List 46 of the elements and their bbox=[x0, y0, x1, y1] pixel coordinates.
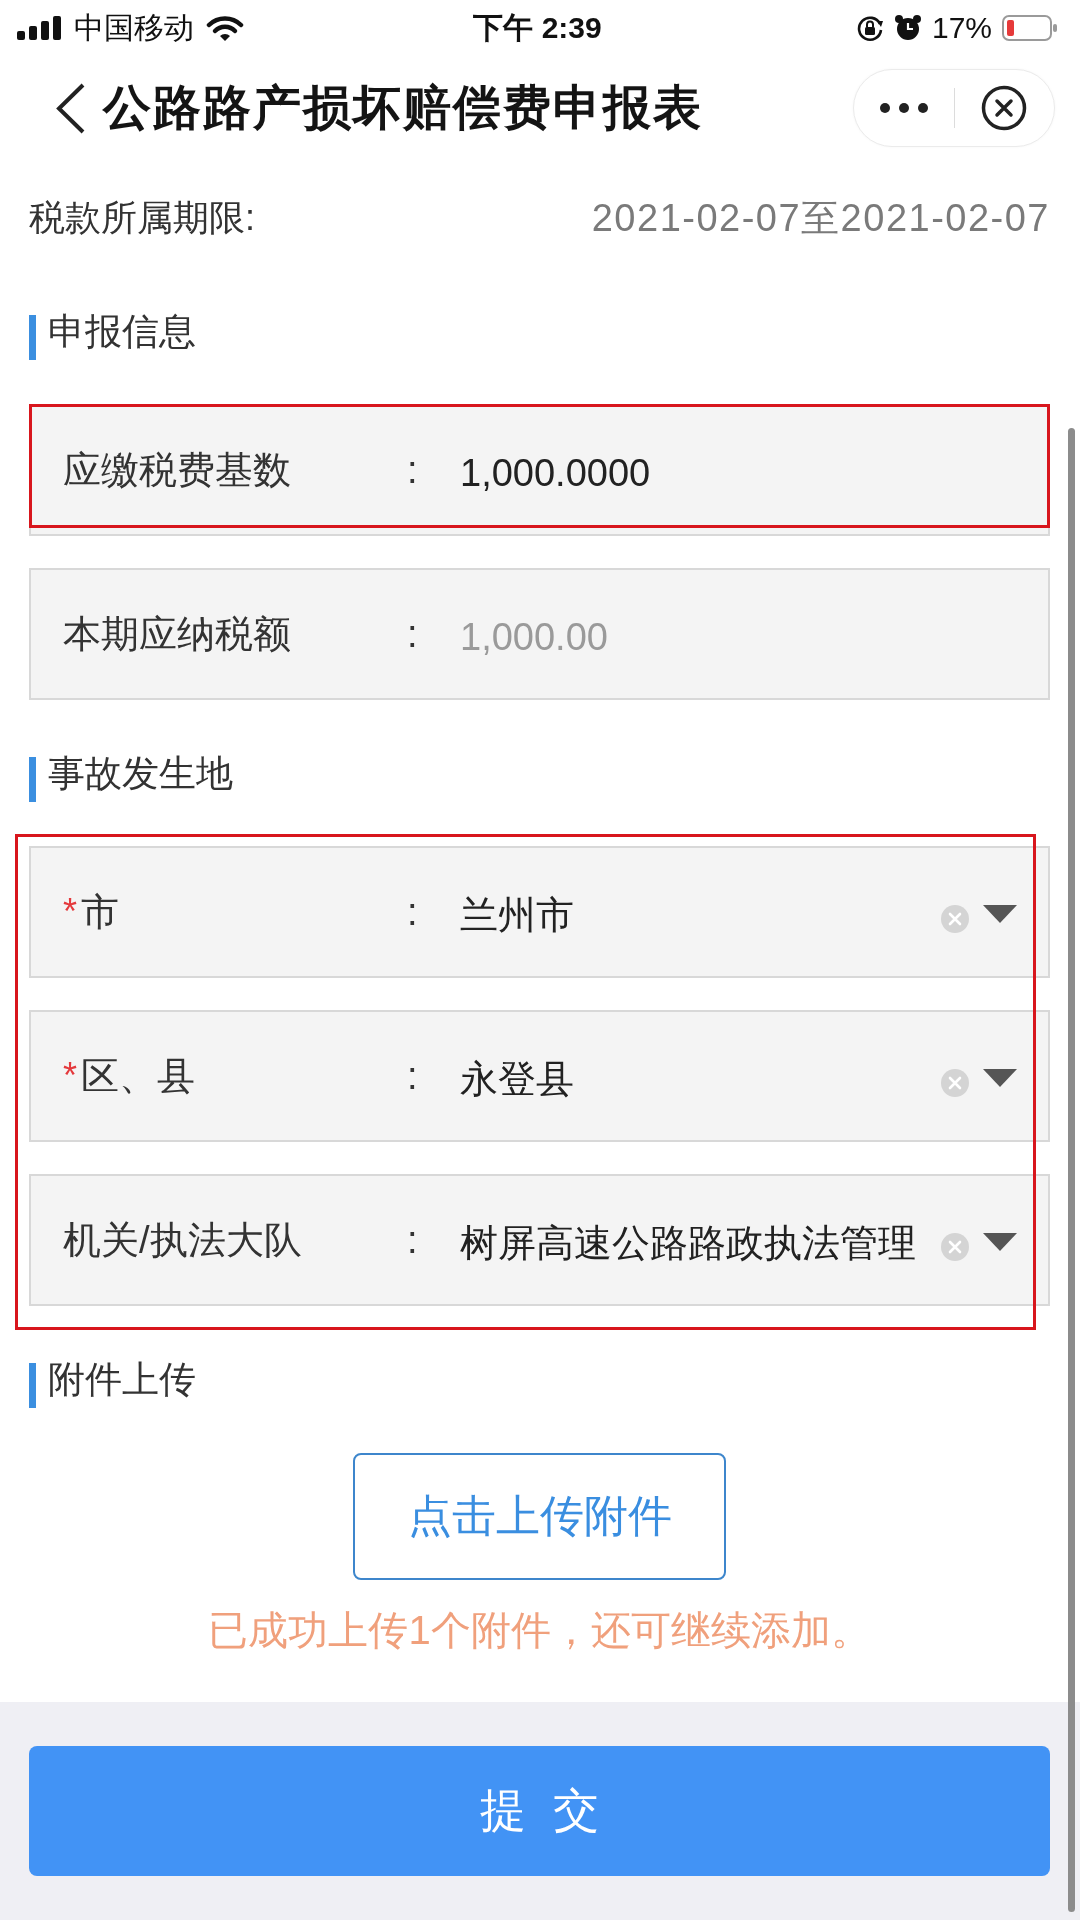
field-label: 机关/执法大队 bbox=[63, 1217, 302, 1263]
tax-period-label: 税款所属期限: bbox=[29, 195, 255, 240]
rotation-lock-icon bbox=[855, 14, 884, 42]
wifi-icon bbox=[206, 14, 244, 42]
section-title: 附件上传 bbox=[48, 1358, 196, 1402]
select-field[interactable]: *区、县 : 永登县 bbox=[29, 1010, 1050, 1142]
upload-status-message: 已成功上传1个附件，还可继续添加。 bbox=[207, 1607, 872, 1654]
field-value: 1,000.0000 bbox=[460, 451, 652, 495]
more-icon bbox=[879, 103, 928, 113]
field-label: 区、县 bbox=[81, 1053, 195, 1099]
field-colon: : bbox=[407, 1218, 419, 1262]
accent-bar bbox=[29, 1363, 36, 1408]
field-colon: : bbox=[407, 448, 419, 492]
field-colon: : bbox=[407, 612, 419, 656]
signal-icon bbox=[17, 16, 62, 40]
tax-period-value: 2021-02-07至2021-02-07 bbox=[591, 195, 1050, 241]
caret-icon[interactable] bbox=[983, 1069, 1017, 1087]
battery-icon bbox=[1002, 15, 1058, 41]
input-field[interactable]: 应缴税费基数 : 1,000.0000 bbox=[29, 404, 1050, 536]
clock-time: 下午 2:39 bbox=[473, 13, 602, 43]
field-label: 本期应纳税额 bbox=[63, 611, 291, 657]
accent-bar bbox=[29, 315, 36, 360]
field-value: 1,000.00 bbox=[460, 615, 609, 659]
back-button[interactable] bbox=[55, 82, 86, 134]
select-field[interactable]: 机关/执法大队 : 树屏高速公路路政执法管理 bbox=[29, 1174, 1050, 1306]
page-title: 公路路产损坏赔偿费申报表 bbox=[103, 80, 703, 136]
accent-bar bbox=[29, 757, 36, 802]
required-asterisk: * bbox=[63, 1058, 77, 1094]
field-colon: : bbox=[407, 1054, 419, 1098]
back-icon bbox=[55, 82, 86, 134]
battery-percent: 17% bbox=[931, 13, 992, 43]
carrier-name: 中国移动 bbox=[74, 13, 194, 43]
field-label: 应缴税费基数 bbox=[63, 447, 291, 493]
alarm-clock-icon bbox=[893, 14, 922, 42]
field-value: 永登县 bbox=[460, 1056, 575, 1102]
field-colon: : bbox=[407, 890, 419, 934]
required-asterisk: * bbox=[63, 894, 77, 930]
close-icon bbox=[981, 85, 1028, 131]
section-title: 申报信息 bbox=[48, 310, 196, 354]
caret-icon[interactable] bbox=[983, 1233, 1017, 1251]
field-value: 兰州市 bbox=[460, 892, 575, 938]
field-label: 市 bbox=[81, 889, 119, 935]
section-title: 事故发生地 bbox=[48, 752, 233, 796]
field-value: 树屏高速公路路政执法管理 bbox=[460, 1220, 917, 1266]
select-field[interactable]: *市 : 兰州市 bbox=[29, 846, 1050, 978]
caret-icon[interactable] bbox=[983, 905, 1017, 923]
